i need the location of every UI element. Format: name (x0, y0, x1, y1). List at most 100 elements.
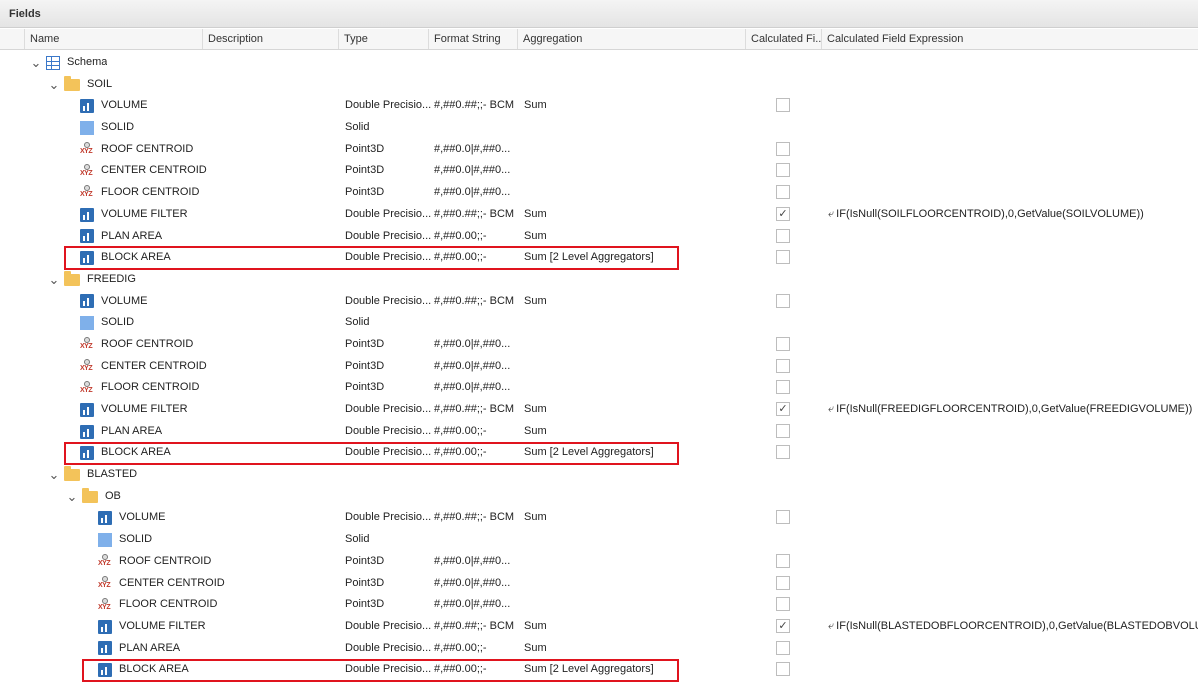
folder-icon (82, 488, 98, 504)
table-row[interactable]: SOLID Solid (0, 117, 1198, 139)
format-string-cell: #,##0.0|#,##0... (434, 359, 511, 372)
table-row[interactable]: BLOCK AREA Double Precisio... #,##0.00;;- S… (0, 247, 1198, 269)
expression-text: IF(IsNull(SOILFLOORCENTROID),0,GetValue(… (836, 207, 1144, 220)
table-row[interactable]: PLAN AREA Double Precisio... #,##0.00;;- Su… (0, 638, 1198, 660)
table-row[interactable]: VOLUME Double Precisio... #,##0.##;;- BCM S… (0, 95, 1198, 117)
field-name-label: PLAN AREA (101, 424, 163, 437)
chevron-down-icon[interactable]: ⌄ (30, 56, 42, 69)
name-cell: ⌄ BLASTED (48, 464, 137, 486)
column-header-format-string[interactable]: Format String (428, 29, 517, 49)
table-row[interactable]: XYZ FLOOR CENTROID Point3D #,##0.0|#,##0... (0, 377, 1198, 399)
field-name-label: VOLUME FILTER (101, 403, 188, 415)
expression-text: IF(IsNull(BLASTEDOBFLOORCENTROID),0,GetV… (836, 619, 1198, 632)
chevron-down-icon[interactable]: ⌄ (48, 468, 60, 481)
calculated-field-checkbox[interactable] (776, 380, 790, 395)
name-cell: SOLID (80, 312, 134, 334)
tree-group-row[interactable]: ⌄ OB (0, 486, 1198, 508)
field-name-label: BLOCK AREA (101, 446, 171, 459)
column-header-aggregation[interactable]: Aggregation (517, 29, 745, 49)
tree-group-row[interactable]: ⌄ BLASTED (0, 464, 1198, 486)
table-row[interactable]: BLOCK AREA Double Precisio... #,##0.00;;- S… (0, 659, 1198, 681)
format-string-cell: #,##0.##;;- BCM (434, 99, 515, 112)
table-row[interactable]: XYZ FLOOR CENTROID Point3D #,##0.0|#,##0... (0, 594, 1198, 616)
calculated-field-checkbox[interactable]: ✓ (776, 402, 790, 416)
table-row[interactable]: PLAN AREA Double Precisio... #,##0.00;;- Su… (0, 226, 1198, 248)
table-row[interactable]: VOLUME Double Precisio... #,##0.##;;- BCM S… (0, 507, 1198, 529)
type-cell: Double Precisio... (345, 99, 432, 112)
type-cell: Point3D (345, 359, 385, 372)
column-header-calculated-field[interactable]: Calculated Fi... (745, 29, 821, 49)
calculated-field-checkbox[interactable]: ✓ (776, 206, 790, 221)
calculated-field-checkbox[interactable] (776, 163, 790, 178)
table-row[interactable]: VOLUME FILTER Double Precisio... #,##0.##;… (0, 204, 1198, 226)
calculated-field-checkbox[interactable]: ✓ (776, 618, 790, 633)
calculated-field-checkbox[interactable] (776, 250, 790, 265)
numeric-field-icon (80, 294, 94, 309)
name-cell: ⌄ OB (66, 486, 121, 508)
table-row[interactable]: VOLUME FILTER Double Precisio... #,##0.##;… (0, 399, 1198, 421)
format-string-cell: #,##0.##;;- BCM (434, 511, 515, 524)
calculated-field-checkbox[interactable] (776, 358, 790, 373)
calculated-field-checkbox[interactable] (776, 336, 790, 351)
field-name-label: SOLID (119, 533, 153, 546)
calculated-field-checkbox[interactable] (776, 293, 790, 308)
table-row[interactable]: XYZ FLOOR CENTROID Point3D #,##0.0|#,##0... (0, 182, 1198, 204)
table-row[interactable]: XYZ CENTER CENTROID Point3D #,##0.0|#,##0..… (0, 573, 1198, 595)
tree-group-row[interactable]: ⌄ SOIL (0, 74, 1198, 96)
table-row[interactable]: PLAN AREA Double Precisio... #,##0.00;;- Su… (0, 421, 1198, 443)
expression-link-icon: ⤶ (828, 207, 835, 220)
tree-group-row[interactable]: ⌄ Schema (0, 52, 1198, 74)
column-header-name[interactable]: Name (24, 29, 202, 49)
chevron-down-icon[interactable]: ⌄ (66, 490, 78, 503)
type-cell: Point3D (345, 337, 385, 350)
calculated-field-checkbox[interactable] (776, 228, 790, 243)
table-row[interactable]: VOLUME Double Precisio... #,##0.##;;- BCM S… (0, 291, 1198, 313)
numeric-field-icon (98, 619, 112, 634)
column-header-calculated-field-expression[interactable]: Calculated Field Expression (821, 29, 1198, 49)
calculated-field-checkbox[interactable] (776, 597, 790, 612)
chevron-down-icon[interactable]: ⌄ (48, 78, 60, 91)
name-cell: VOLUME FILTER (80, 399, 188, 421)
aggregation-cell: Sum (524, 403, 547, 415)
calculated-field-checkbox[interactable] (776, 445, 790, 460)
table-row[interactable]: XYZ ROOF CENTROID Point3D #,##0.0|#,##0... (0, 334, 1198, 356)
calculated-field-checkbox[interactable] (776, 141, 790, 156)
name-cell: VOLUME FILTER (80, 204, 188, 226)
format-string-cell: #,##0.00;;- (434, 641, 487, 654)
calculated-field-checkbox[interactable] (776, 98, 790, 113)
point3d-icon: XYZ (80, 380, 94, 396)
calculated-field-checkbox[interactable] (776, 185, 790, 200)
name-cell: BLOCK AREA (80, 247, 171, 269)
column-header-type[interactable]: Type (338, 29, 428, 49)
table-row[interactable]: SOLID Solid (0, 312, 1198, 334)
name-cell: XYZ ROOF CENTROID (98, 551, 211, 573)
calculated-field-checkbox[interactable] (776, 553, 790, 568)
tree-group-row[interactable]: ⌄ FREEDIG (0, 269, 1198, 291)
table-row[interactable]: VOLUME FILTER Double Precisio... #,##0.##;… (0, 616, 1198, 638)
field-name-label: CENTER CENTROID (101, 359, 207, 372)
table-row[interactable]: XYZ ROOF CENTROID Point3D #,##0.0|#,##0... (0, 139, 1198, 161)
table-row[interactable]: BLOCK AREA Double Precisio... #,##0.00;;- S… (0, 442, 1198, 464)
calculated-field-checkbox[interactable] (776, 640, 790, 655)
calculated-field-expression-cell: ⤶ IF(IsNull(FREEDIGFLOORCENTROID),0,GetVa… (828, 399, 1192, 421)
calculated-field-checkbox[interactable] (776, 423, 790, 438)
table-row[interactable]: SOLID Solid (0, 529, 1198, 551)
type-cell: Point3D (345, 554, 385, 567)
type-cell: Double Precisio... (345, 229, 432, 242)
type-cell: Double Precisio... (345, 251, 432, 264)
expression-link-icon: ⤶ (828, 619, 835, 632)
aggregation-cell: Sum (524, 424, 547, 437)
field-name-label: ROOF CENTROID (101, 142, 194, 155)
column-header-description[interactable]: Description (202, 29, 338, 49)
format-string-cell: #,##0.0|#,##0... (434, 576, 511, 589)
aggregation-cell: Sum (524, 207, 547, 220)
table-row[interactable]: XYZ ROOF CENTROID Point3D #,##0.0|#,##0... (0, 551, 1198, 573)
table-row[interactable]: XYZ CENTER CENTROID Point3D #,##0.0|#,##0..… (0, 160, 1198, 182)
calculated-field-checkbox[interactable] (776, 510, 790, 525)
table-row[interactable]: XYZ CENTER CENTROID Point3D #,##0.0|#,##0..… (0, 356, 1198, 378)
calculated-field-checkbox[interactable] (776, 575, 790, 590)
fields-panel-titlebar: Fields (0, 0, 1198, 28)
calculated-field-checkbox[interactable] (776, 662, 790, 677)
field-name-label: VOLUME (101, 99, 148, 112)
chevron-down-icon[interactable]: ⌄ (48, 273, 60, 286)
